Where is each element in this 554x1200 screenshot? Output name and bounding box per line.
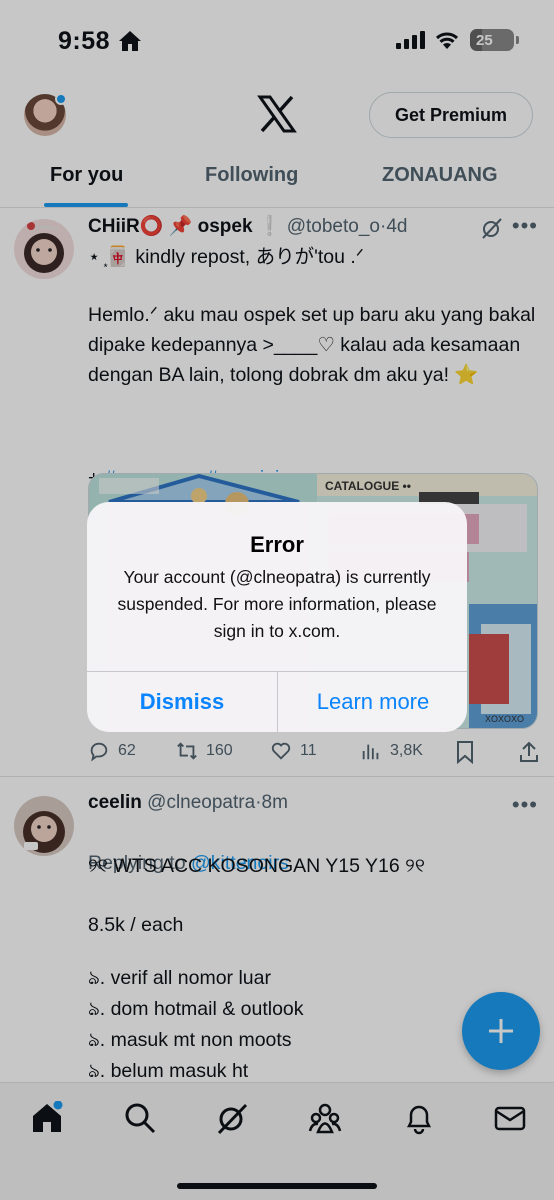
alert-message: Your account (@clneopatra) is currently …	[117, 567, 437, 641]
dismiss-button[interactable]: Dismiss	[87, 672, 277, 732]
error-alert-dialog: Error Your account (@clneopatra) is curr…	[87, 502, 467, 732]
app-screen: 9:58 25 Get Premium For you Following ZO…	[0, 0, 554, 1200]
learn-more-button[interactable]: Learn more	[278, 672, 467, 732]
alert-title: Error	[250, 532, 304, 557]
